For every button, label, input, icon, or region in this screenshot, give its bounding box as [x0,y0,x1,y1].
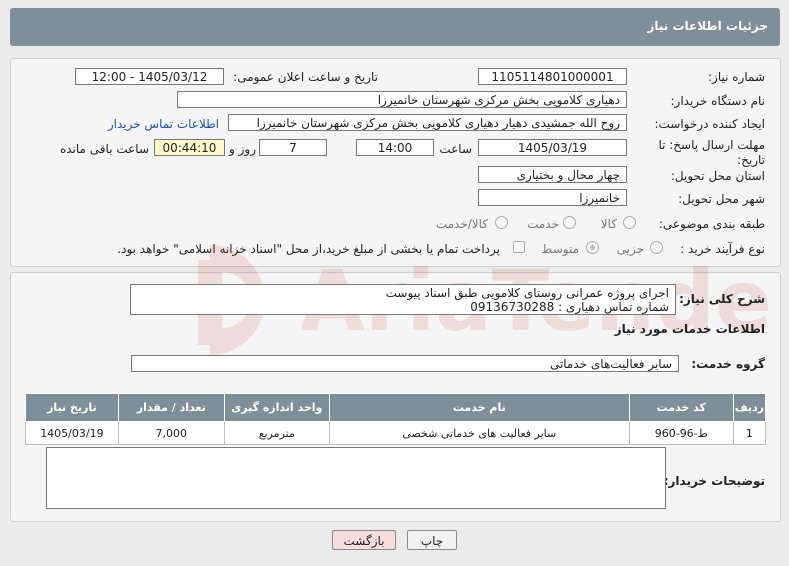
col-header-service-name: نام خدمت [328,393,630,422]
city-field: خانمیرزا [478,189,627,206]
back-button[interactable]: بازگشت [332,530,396,550]
description-line-1: اجرای پروژه عمرانی روستای کلامویی طبق اس… [385,286,669,300]
deadline-label: مهلت ارسال پاسخ: تا تاریخ: [658,138,765,167]
deadline-time-label: ساعت [439,142,472,156]
col-header-need-date: تاریخ نیاز [25,393,119,422]
cell-row-num: 1 [732,421,767,445]
announce-field: 1405/03/12 - 12:00 [75,68,224,85]
days-field: 7 [259,139,327,156]
page-title: جزئیات اطلاعات نیاز [647,19,768,33]
province-field: چهار محال و بختیاری [478,166,627,183]
col-header-service-code: کد خدمت [628,393,734,422]
buyer-notes-textarea[interactable] [46,447,666,509]
remaining-time-field: 00:44:10 [154,139,225,156]
col-header-row-num: ردیف [732,393,767,422]
creator-label: ایجاد کننده درخواست: [654,117,765,131]
print-button[interactable]: چاپ [407,530,457,550]
col-header-unit: واحد اندازه گیری [223,393,330,422]
cell-quantity: 7,000 [117,421,225,445]
announce-label: تاریخ و ساعت اعلان عمومی: [233,70,378,84]
col-header-quantity: تعداد / مقدار [117,393,225,422]
province-label: استان محل تحویل: [670,169,765,183]
remaining-time-label: ساعت باقی مانده [59,142,149,156]
table-row: 1 ط-96-960 سایر فعالیت های خدماتی شخصی م… [25,421,767,445]
need-number-label: شماره نیاز: [708,70,765,84]
description-label: شرح کلی نیاز: [679,292,765,306]
description-line-2: شماره تماس دهیاری : 09136730288 [470,300,669,314]
cell-unit: مترمربع [223,421,330,445]
creator-field: روح الله جمشیدی دهیار دهیاری کلامویی بخش… [228,114,627,131]
deadline-time-field: 14:00 [356,139,434,156]
buyer-notes-label: توضیحات خریدار: [663,474,765,488]
cell-service-code: ط-96-960 [628,421,734,445]
services-section-title: اطلاعات خدمات مورد نیاز [614,322,765,336]
days-label: روز و [229,142,256,156]
services-table: ردیف کد خدمت نام خدمت واحد اندازه گیری ت… [25,393,767,445]
cell-need-date: 1405/03/19 [25,421,119,445]
deadline-date-field: 1405/03/19 [478,139,627,156]
cell-service-name: سایر فعالیت های خدماتی شخصی [328,421,630,445]
description-textarea[interactable]: اجرای پروژه عمرانی روستای کلامویی طبق اس… [130,284,676,315]
service-group-label: گروه خدمت: [691,357,765,371]
service-group-field: سایر فعالیت‌های خدماتی [131,355,679,372]
page-header: جزئیات اطلاعات نیاز [10,8,780,46]
buyer-org-label: نام دستگاه خریدار: [670,94,766,108]
buyer-org-field: دهیاری کلامویی بخش مرکزی شهرستان خانمیرز… [177,91,627,108]
buyer-contact-link[interactable]: اطلاعات تماس خریدار [108,117,219,131]
table-header-row: ردیف کد خدمت نام خدمت واحد اندازه گیری ت… [25,393,767,422]
need-number-field: 1105114801000001 [478,68,627,85]
city-label: شهر محل تحویل: [678,192,765,206]
